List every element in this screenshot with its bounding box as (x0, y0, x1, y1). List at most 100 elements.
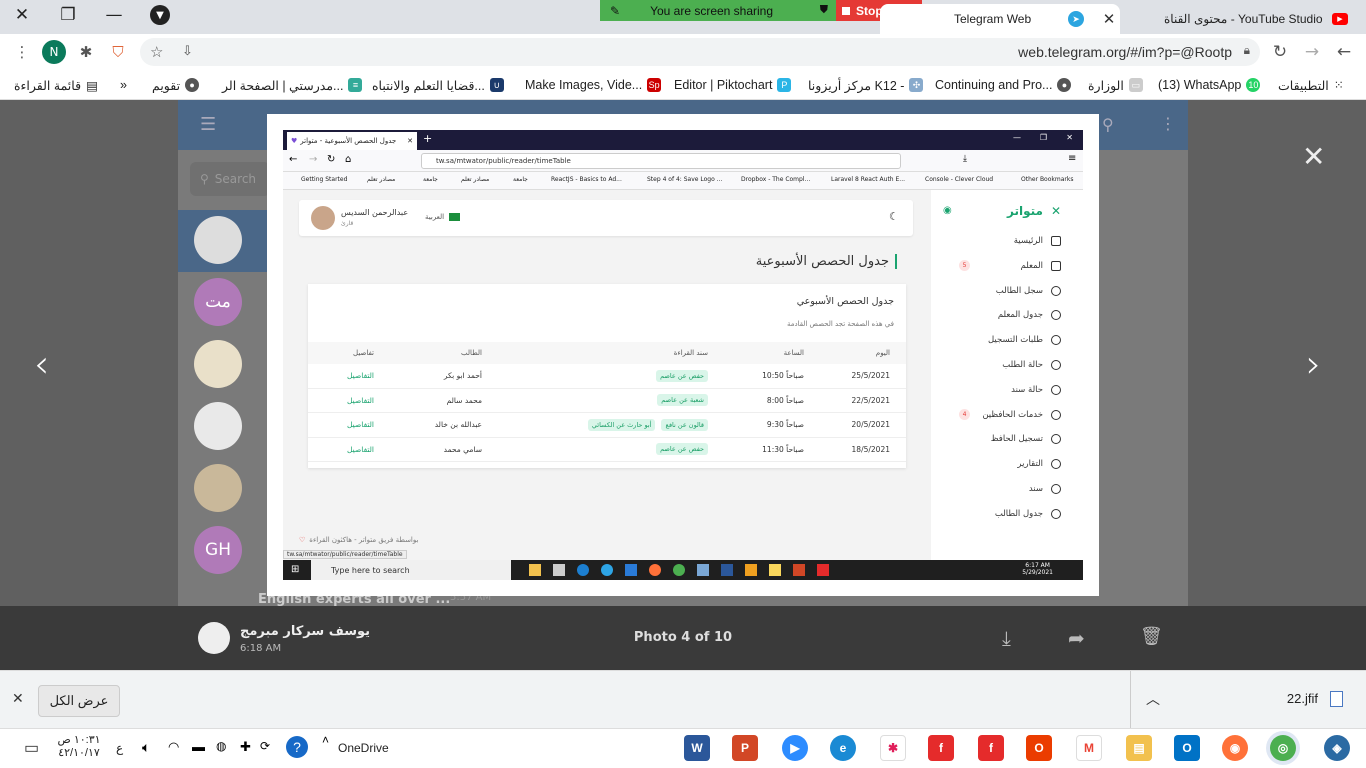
powerpoint-icon[interactable]: P (732, 735, 758, 761)
hamburger-icon[interactable]: ☰ (200, 114, 216, 135)
previous-photo-button[interactable]: ‹ (34, 342, 49, 386)
menu-kebab-icon[interactable]: ⋮ (10, 40, 34, 64)
back-arrow-icon[interactable]: ← (1332, 40, 1356, 64)
close-window-button[interactable]: ✕ (0, 0, 44, 30)
details-link[interactable]: التفاصيل (347, 364, 374, 388)
gmail-icon[interactable]: M (1076, 735, 1102, 761)
heart-icon: ♡ (299, 536, 306, 544)
tab-telegram[interactable]: Telegram Web ➤ ✕ (880, 4, 1120, 34)
brave-shield-icon[interactable]: ⛉ (106, 40, 130, 64)
tray-app-icon[interactable]: ◍ (216, 739, 226, 753)
security-icon[interactable]: ✚ (240, 739, 251, 755)
restore-window-button[interactable]: ❐ (46, 0, 90, 30)
flash-icon[interactable]: f (928, 735, 954, 761)
slack-icon[interactable]: ✱ (880, 735, 906, 761)
flash-player-icon[interactable]: f (978, 735, 1004, 761)
edge-icon[interactable]: e (830, 735, 856, 761)
sync-icon[interactable]: ⟳ (260, 739, 270, 753)
bookmark-whatsapp[interactable]: (13) WhatsApp 10 (1158, 76, 1261, 94)
download-icon[interactable]: ⤓ (1002, 626, 1011, 650)
bookmark-arizona-k12[interactable]: مركز أريزونا K12 - ✣ (808, 76, 924, 94)
zoom-icon[interactable]: ▶ (782, 735, 808, 761)
profile-avatar[interactable]: N (42, 40, 66, 64)
menu-item-icon (1051, 335, 1061, 346)
search-icon[interactable]: ⚲ (1102, 115, 1114, 134)
bookmark-apps[interactable]: التطبيقات ⁙ (1278, 76, 1344, 94)
details-link[interactable]: التفاصيل (347, 438, 374, 462)
reading-chain-cell: شعبة عن عاصم (651, 389, 708, 413)
lock-icon[interactable]: 🔒︎ (1244, 43, 1250, 58)
top-bar: ☾ عبدالرحمن السديس قارئ العربية (299, 200, 913, 236)
chevron-up-icon[interactable]: ︿ (1146, 689, 1160, 709)
reload-icon[interactable]: ↻ (1268, 40, 1292, 64)
firefox-url-bar: tw.sa/mtwator/public/reader/timeTable (421, 153, 901, 169)
close-viewer-button[interactable]: ✕ (1302, 140, 1325, 173)
table-row: 25/5/2021 10:50 صباحاً أحمد ابو بكر التفاصي… (308, 364, 906, 389)
minimize-icon: — (1013, 133, 1021, 142)
url-text[interactable]: web.telegram.org/#/im?p=@Rootp (1018, 44, 1232, 60)
avatar (194, 464, 242, 512)
menu-item-icon (1051, 409, 1061, 420)
download-file-name[interactable]: 22.jfif (1250, 691, 1318, 706)
stop-icon (842, 6, 850, 15)
bookmark-piktochart[interactable]: Editor | Piktochart P (674, 76, 792, 94)
bookmark-ministry[interactable]: الوزارة ▭ (1088, 76, 1143, 94)
globe-icon: ● (1057, 78, 1072, 92)
start-icon[interactable]: ◈ (1324, 735, 1350, 761)
bookmark-madrasati[interactable]: مدرستي | الصفحة الر... ≡ (222, 76, 363, 94)
tab-search-button[interactable]: ▼ (138, 0, 182, 30)
minimize-window-button[interactable]: — (92, 0, 136, 30)
onedrive-label[interactable]: OneDrive (338, 741, 389, 755)
bookmark-reading-list[interactable]: قائمة القراءة ▤ (14, 76, 98, 94)
details-link[interactable]: التفاصيل (347, 413, 374, 437)
close-tab-icon[interactable]: ✕ (1098, 10, 1120, 28)
notifications-icon[interactable]: ▭ (24, 738, 39, 758)
reading-chain-chip: حفص عن عاصم (656, 369, 708, 382)
word-icon[interactable]: W (684, 735, 710, 761)
bookmark-star-icon[interactable]: ☆ (150, 43, 163, 61)
help-icon[interactable]: ? (286, 736, 308, 758)
telegram-search-input[interactable]: ⚲ Search (190, 162, 270, 196)
input-language[interactable]: ع (116, 741, 123, 755)
bookmark-attention[interactable]: قضايا التعلم والانتباه... ∪ (372, 76, 504, 94)
volume-icon[interactable]: 🔈︎ (142, 739, 150, 756)
bookmark-calendar[interactable]: تقويم ● (152, 76, 200, 94)
file-explorer-icon[interactable]: ▤ (1126, 735, 1152, 761)
menu-item-icon (1051, 484, 1061, 494)
menu-item-icon (1051, 260, 1061, 271)
language-selector: العربية (425, 213, 461, 221)
firefox-icon[interactable]: ◉ (1222, 735, 1248, 761)
reading-chain-chip: حفص عن عاصم (656, 443, 708, 456)
forward-arrow-icon[interactable]: → (1300, 40, 1324, 64)
desktop: ✕ ❐ — ▼ ✎ You are screen sharing ⛊ Stop … (0, 0, 1366, 768)
tab-youtube-studio[interactable]: محتوى القناة - YouTube Studio ▶ (1144, 4, 1354, 34)
battery-icon[interactable]: ▬ (192, 739, 205, 754)
bookmark-continuing[interactable]: Continuing and Pro... ● (935, 76, 1072, 94)
more-bookmarks-button[interactable]: » (120, 76, 127, 94)
office-icon[interactable]: O (1026, 735, 1052, 761)
chat-row-active[interactable] (178, 210, 268, 272)
outlook-icon[interactable]: O (1174, 735, 1200, 761)
install-app-icon[interactable]: ⇩ (182, 43, 193, 59)
bookmark-make-images[interactable]: Make Images, Vide... Sp (525, 76, 662, 94)
sidebar-item: الرئيسية (1014, 234, 1061, 248)
reading-chain-chip: أبو حارث عن الكسائي (587, 418, 656, 431)
address-bar[interactable]: ☆ ⇩ web.telegram.org/#/im?p=@Rootp 🔒︎ (140, 38, 1260, 66)
sidebar-item-label: خدمات الحافظين (982, 409, 1043, 420)
extensions-icon[interactable]: ✱ (74, 40, 98, 64)
next-photo-button[interactable]: › (1306, 342, 1321, 386)
details-link[interactable]: التفاصيل (347, 389, 374, 413)
edge-icon (577, 564, 589, 576)
clock[interactable]: ١٠:٣١ ص ٤٢/١٠/١٧ (54, 733, 104, 759)
chrome-icon[interactable]: ◎ (1270, 735, 1296, 761)
trash-icon[interactable]: 🗑︎ (1140, 626, 1163, 647)
chevron-up-icon[interactable]: ˄ (322, 733, 329, 747)
wifi-icon[interactable]: ◠ (168, 739, 179, 755)
forward-arrow-icon: → (309, 154, 318, 165)
page-title: جدول الحصص الأسبوعية (756, 254, 897, 269)
table-row: 22/5/2021 8:00 صباحاً محمد سالم التفاصيل شعب… (308, 389, 906, 413)
close-icon[interactable]: ✕ (12, 690, 24, 707)
menu-kebab-icon[interactable]: ⋮ (1160, 114, 1176, 133)
show-all-button[interactable]: عرض الكل (38, 685, 120, 717)
forward-icon[interactable]: ➦ (1068, 626, 1085, 650)
